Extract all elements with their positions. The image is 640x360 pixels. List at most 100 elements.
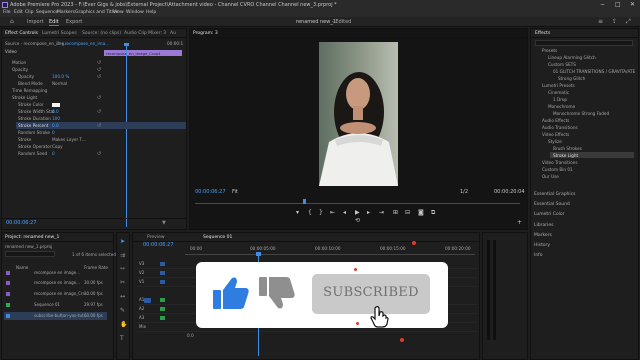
loop-icon[interactable]: ⟲ — [355, 217, 360, 224]
panel-essential-sound[interactable]: Essential Sound — [534, 202, 570, 207]
fullscreen-icon[interactable]: ⤢ — [626, 18, 631, 26]
track-toggle[interactable] — [160, 271, 165, 275]
tab-effect-controls[interactable]: Effect Controls — [5, 31, 38, 36]
effects-tree-item[interactable]: 1 Drop — [553, 97, 567, 102]
close-button[interactable]: ✕ — [630, 1, 635, 8]
effects-tree-audio-effects[interactable]: Audio Effects — [542, 118, 569, 123]
pen-tool-icon[interactable]: ✎ — [120, 307, 125, 314]
program-video-frame[interactable] — [319, 42, 398, 186]
program-timecode[interactable]: 00:00:06:27 — [195, 189, 226, 195]
track-toggle[interactable] — [160, 262, 165, 266]
effects-tree-item[interactable]: Strong Glitch — [558, 76, 585, 81]
maximize-button[interactable]: □ — [615, 1, 621, 8]
filter-icon[interactable]: ▼ — [162, 220, 166, 226]
project-item-selected[interactable]: subscribe-button-yoo-tut... 60.00 fps — [4, 312, 107, 320]
selection-tool-icon[interactable]: ➤ — [120, 238, 125, 245]
type-tool-icon[interactable]: T — [120, 335, 124, 342]
stroke-percent-value[interactable]: 0.0 — [52, 123, 59, 128]
timeline-ruler[interactable] — [185, 254, 475, 255]
add-button-icon[interactable]: + — [517, 219, 522, 226]
quick-export-icon[interactable]: ⇪ — [612, 18, 617, 25]
like-thumb-icon[interactable] — [212, 276, 250, 312]
timeline-playhead-handle[interactable] — [256, 252, 261, 256]
reset-icon[interactable]: ↺ — [97, 60, 101, 66]
workspace-export-tab[interactable]: Export — [66, 19, 82, 25]
mix-value[interactable]: 0.0 — [187, 333, 194, 338]
step-forward-icon[interactable]: ▸ — [367, 209, 370, 216]
effects-tree-stroke-light[interactable]: Stroke Light — [553, 153, 578, 158]
project-item[interactable]: recompose en image_Crn... 30.00 fps — [4, 290, 107, 298]
hand-tool-icon[interactable]: ✋ — [120, 321, 127, 328]
reset-icon[interactable]: ↺ — [97, 74, 101, 80]
step-back-icon[interactable]: ◂ — [343, 209, 346, 216]
menu-help[interactable]: Help — [146, 10, 156, 15]
effects-tree-item[interactable]: Cinematic — [548, 90, 569, 95]
stroke-color-swatch[interactable] — [52, 103, 60, 107]
marker-icon[interactable] — [412, 241, 416, 245]
effects-tree-our-use[interactable]: Our Use — [542, 174, 559, 179]
menu-markers[interactable]: Markers — [57, 10, 75, 15]
track-toggle[interactable] — [160, 316, 165, 320]
effects-tree-item[interactable]: Brush Strokes — [553, 146, 582, 151]
effects-tree-item[interactable]: Monochrome — [548, 104, 575, 109]
effects-tree-item[interactable]: 01 GLITCH TRANSITIONS / GRAVITA/ATE — [553, 69, 635, 74]
effects-tree-item[interactable]: Lineup Alarming Glitch — [548, 55, 596, 60]
export-frame-icon[interactable]: ◙ — [418, 209, 424, 216]
timeline-timecode[interactable]: 00:00:06:27 — [143, 242, 174, 248]
menu-view[interactable]: View — [113, 10, 124, 15]
tab-effects[interactable]: Effects — [535, 31, 550, 36]
fx-row-stroke-light[interactable]: Stroke Light — [12, 95, 37, 100]
panel-libraries[interactable]: Libraries — [534, 223, 553, 228]
mark-in-icon[interactable]: ▾ — [296, 209, 299, 216]
ec-playhead[interactable] — [126, 45, 127, 227]
track-select-tool-icon[interactable]: ⇉ — [120, 252, 125, 259]
tab-audio-clip-mixer[interactable]: Audio Clip Mixer: 3 — [124, 31, 166, 36]
panel-lumetri-color[interactable]: Lumetri Color — [534, 212, 564, 217]
effects-tree-audio-transitions[interactable]: Audio Transitions — [542, 125, 578, 130]
effects-tree-presets[interactable]: Presets — [542, 48, 557, 53]
stroke-duration-value[interactable]: 100 — [52, 116, 60, 121]
panel-essential-graphics[interactable]: Essential Graphics — [534, 192, 575, 197]
track-target-a1[interactable] — [144, 298, 151, 303]
project-item[interactable]: recompose en image... 30.00 fps — [4, 279, 107, 287]
reset-icon[interactable]: ↺ — [97, 109, 101, 115]
ec-timecode[interactable]: 00:00:06:27 — [6, 220, 37, 226]
ripple-edit-tool-icon[interactable]: ⇿ — [120, 265, 125, 272]
menu-sequence[interactable]: Sequence — [36, 10, 58, 15]
menu-graphics[interactable]: Graphics and Titles — [75, 10, 118, 15]
fit-select[interactable]: Fit — [232, 189, 238, 195]
marker-icon[interactable] — [400, 338, 404, 342]
menu-window[interactable]: Window — [126, 10, 144, 15]
project-item[interactable]: recompose en image... — [4, 269, 107, 277]
effects-tree-video-effects[interactable]: Video Effects — [542, 132, 569, 137]
tab-sequence[interactable]: Sequence 01 — [203, 235, 232, 240]
ec-playhead-handle[interactable] — [124, 43, 129, 46]
effects-search-input[interactable] — [535, 40, 633, 46]
razor-tool-icon[interactable]: ✂ — [120, 279, 125, 286]
program-playhead[interactable] — [303, 199, 306, 204]
play-icon[interactable]: ▶ — [355, 209, 360, 216]
home-icon[interactable]: ⌂ — [10, 18, 14, 25]
menu-file[interactable]: File — [3, 10, 11, 15]
effects-tree-item[interactable]: Custom SETS — [548, 62, 576, 67]
program-scrubber[interactable] — [195, 203, 520, 204]
mark-out-icon[interactable]: { — [308, 209, 312, 216]
project-item[interactable]: Sequence 01 29.97 fps — [4, 301, 107, 309]
stroke-width-value[interactable]: 0.0 — [52, 109, 59, 114]
sequence-label[interactable]: 3 • recompose_en_ima... — [57, 41, 109, 46]
random-seed-value[interactable]: 0 — [52, 151, 55, 156]
opacity-value[interactable]: 100.0 % — [52, 74, 69, 79]
tab-lumetri-scopes[interactable]: Lumetri Scopes — [42, 31, 77, 36]
reset-icon[interactable]: ↺ — [97, 123, 101, 129]
blend-mode-select[interactable]: Normal — [52, 81, 67, 86]
effects-tree-lumetri[interactable]: Lumetri Presets — [542, 83, 575, 88]
workspace-edit-tab[interactable]: Edit — [49, 19, 59, 26]
track-toggle[interactable] — [160, 298, 165, 302]
menu-edit[interactable]: Edit — [14, 10, 23, 15]
tab-source[interactable]: Source: (no clips) — [82, 31, 121, 36]
resolution-select[interactable]: 1/2 — [460, 189, 468, 195]
stroke-operator-select[interactable]: Copy — [52, 144, 63, 149]
slip-tool-icon[interactable]: ↔ — [120, 293, 125, 300]
go-to-in-icon[interactable]: ⇤ — [330, 209, 335, 216]
dislike-thumb-icon[interactable] — [258, 276, 296, 312]
